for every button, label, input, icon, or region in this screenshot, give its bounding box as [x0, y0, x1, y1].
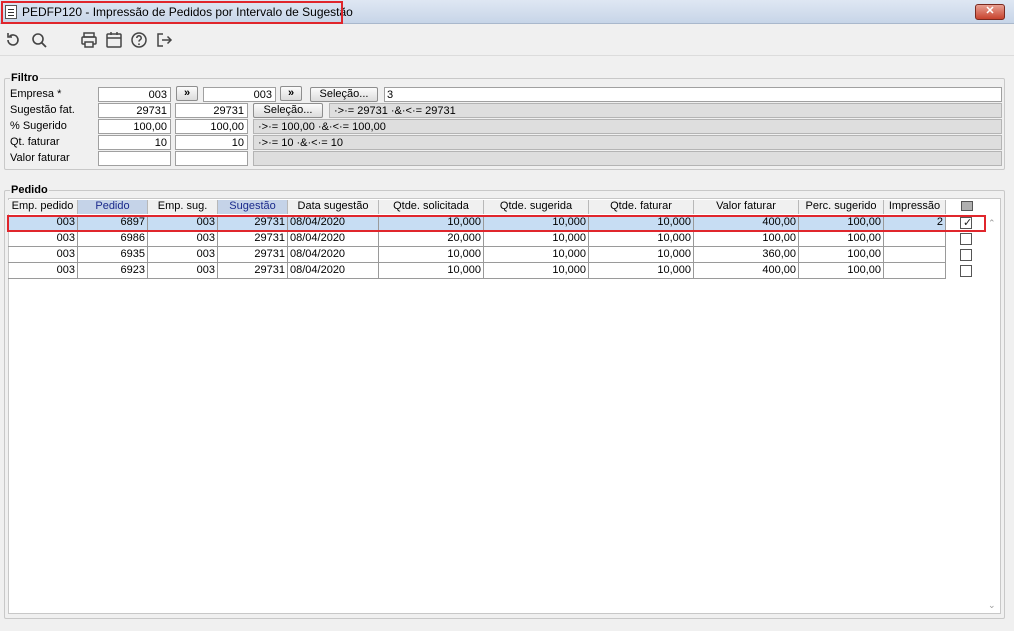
cell-emp-sug: 003	[148, 231, 218, 247]
empresa-selecao-button[interactable]: Seleção...	[310, 87, 378, 102]
cell-qt-fat: 10,000	[589, 231, 694, 247]
cell-qt-sug: 10,000	[484, 247, 589, 263]
search-icon[interactable]	[30, 31, 48, 49]
cell-emp-sug: 003	[148, 247, 218, 263]
col-header-impressao[interactable]: Impressão	[884, 200, 946, 214]
cell-qt-fat: 10,000	[589, 263, 694, 279]
cell-impressao	[884, 263, 946, 279]
perc-label: % Sugerido	[10, 120, 67, 132]
cell-emp-pedido: 003	[8, 231, 78, 247]
toolbar-divider	[0, 55, 1014, 56]
cell-sugestao: 29731	[218, 263, 288, 279]
col-header-sugestao[interactable]: Sugestão	[218, 200, 288, 214]
refresh-icon[interactable]	[4, 31, 22, 49]
col-header-emp-pedido[interactable]: Emp. pedido	[8, 200, 78, 214]
cell-perc: 100,00	[799, 247, 884, 263]
cell-data: 08/04/2020	[288, 247, 379, 263]
qt-from-input[interactable]: 10	[98, 135, 171, 150]
cell-pedido: 6923	[78, 263, 148, 279]
calendar-icon[interactable]	[105, 31, 123, 49]
col-header-perc-sugerido[interactable]: Perc. sugerido	[799, 200, 884, 214]
valor-label: Valor faturar	[10, 152, 70, 164]
qt-label: Qt. faturar	[10, 136, 60, 148]
col-header-valor-faturar[interactable]: Valor faturar	[694, 200, 799, 214]
sugestao-to-input[interactable]: 29731	[175, 103, 248, 118]
empresa-from-lookup-button[interactable]: »	[176, 86, 198, 101]
print-icon[interactable]	[80, 31, 98, 49]
perc-to-input[interactable]: 100,00	[175, 119, 248, 134]
empresa-from-input[interactable]: 003	[98, 87, 171, 102]
empresa-to-lookup-button[interactable]: »	[280, 86, 302, 101]
sugestao-from-input[interactable]: 29731	[98, 103, 171, 118]
close-button[interactable]: ✕	[975, 4, 1005, 20]
sugestao-label: Sugestão fat.	[10, 104, 75, 116]
cell-qt-sol: 10,000	[379, 263, 484, 279]
scroll-down-icon[interactable]: ⌄	[988, 600, 996, 611]
table-row[interactable]: 003 6986 003 29731 08/04/2020 20,000 10,…	[8, 231, 946, 247]
row-checkbox[interactable]	[960, 265, 972, 277]
valor-to-input[interactable]	[175, 151, 248, 166]
exit-icon[interactable]	[155, 31, 173, 49]
col-header-qtde-solicitada[interactable]: Qtde. solicitada	[379, 200, 484, 214]
qt-to-input[interactable]: 10	[175, 135, 248, 150]
vertical-scrollbar[interactable]: ⌃ ⌄	[986, 214, 1000, 612]
cell-emp-pedido: 003	[8, 247, 78, 263]
table-row[interactable]: 003 6923 003 29731 08/04/2020 10,000 10,…	[8, 263, 946, 279]
cell-qt-sug: 10,000	[484, 263, 589, 279]
empresa-selection-field[interactable]: 3	[384, 87, 1002, 102]
valor-from-input[interactable]	[98, 151, 171, 166]
table-row[interactable]: 003 6935 003 29731 08/04/2020 10,000 10,…	[8, 247, 946, 263]
cell-data: 08/04/2020	[288, 231, 379, 247]
scroll-up-icon[interactable]: ⌃	[988, 218, 996, 229]
help-icon[interactable]	[130, 31, 148, 49]
sugestao-expression: ·>·= 29731 ·&·<·= 29731	[329, 103, 1002, 118]
qt-expression: ·>·= 10 ·&·<·= 10	[253, 135, 1002, 150]
cell-valor: 100,00	[694, 231, 799, 247]
cell-perc: 100,00	[799, 231, 884, 247]
col-header-emp-sug[interactable]: Emp. sug.	[148, 200, 218, 214]
cell-valor: 360,00	[694, 247, 799, 263]
empresa-label: Empresa *	[10, 88, 62, 100]
cell-impressao	[884, 247, 946, 263]
select-all-checkbox[interactable]	[961, 201, 973, 211]
cell-data: 08/04/2020	[288, 263, 379, 279]
cell-qt-sol: 20,000	[379, 231, 484, 247]
cell-emp-pedido: 003	[8, 263, 78, 279]
col-header-qtde-faturar[interactable]: Qtde. faturar	[589, 200, 694, 214]
cell-qt-fat: 10,000	[589, 247, 694, 263]
valor-expression	[253, 151, 1002, 166]
row-checkbox[interactable]	[960, 233, 972, 245]
cell-pedido: 6935	[78, 247, 148, 263]
title-highlight-box	[1, 1, 343, 24]
cell-qt-sol: 10,000	[379, 247, 484, 263]
perc-from-input[interactable]: 100,00	[98, 119, 171, 134]
pedido-legend: Pedido	[10, 184, 49, 196]
sugestao-selecao-button[interactable]: Seleção...	[253, 103, 323, 118]
cell-pedido: 6986	[78, 231, 148, 247]
col-header-data-sugestao[interactable]: Data sugestão	[288, 200, 379, 214]
col-header-pedido[interactable]: Pedido	[78, 200, 148, 214]
cell-valor: 400,00	[694, 263, 799, 279]
filtro-legend: Filtro	[10, 72, 40, 84]
col-header-qtde-sugerida[interactable]: Qtde. sugerida	[484, 200, 589, 214]
cell-sugestao: 29731	[218, 247, 288, 263]
cell-sugestao: 29731	[218, 231, 288, 247]
row-checkbox[interactable]	[960, 249, 972, 261]
cell-qt-sug: 10,000	[484, 231, 589, 247]
cell-impressao	[884, 231, 946, 247]
toolbar	[0, 25, 1014, 55]
cell-perc: 100,00	[799, 263, 884, 279]
selected-row-highlight-box	[7, 215, 986, 232]
cell-emp-sug: 003	[148, 263, 218, 279]
empresa-to-input[interactable]: 003	[203, 87, 276, 102]
perc-expression: ·>·= 100,00 ·&·<·= 100,00	[253, 119, 1002, 134]
